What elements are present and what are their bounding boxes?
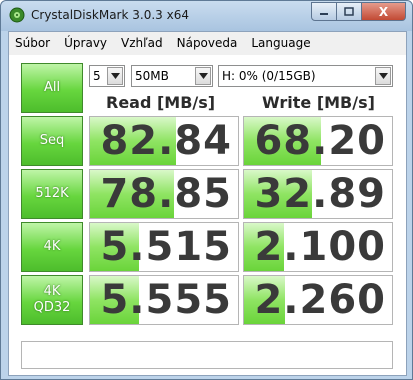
menu-help[interactable]: Nápoveda [170, 36, 245, 50]
512k-test-label: 512K [35, 186, 69, 201]
seq-test-button[interactable]: Seq [21, 116, 83, 166]
4k-qd32-write-result: 2.260 [243, 275, 393, 325]
benchmark-panel: All 5 50MB H: 0% (0/15GB) Read [MB/s] Wr… [9, 55, 406, 375]
512k-write-value: 32.89 [254, 171, 386, 217]
test-size-value: 50MB [135, 69, 169, 83]
4k-write-result: 2.100 [243, 222, 393, 272]
menu-language[interactable]: Language [244, 36, 317, 50]
maximize-icon [344, 6, 354, 16]
maximize-button[interactable] [336, 2, 362, 21]
menu-bar: Súbor Úpravy Vzhľad Nápoveda Language [9, 32, 406, 54]
write-header: Write [MB/s] [262, 93, 375, 112]
drive-select[interactable]: H: 0% (0/15GB) [218, 65, 393, 87]
menu-file[interactable]: Súbor [9, 36, 57, 50]
window-title: CrystalDiskMark 3.0.3 x64 [31, 8, 189, 22]
client-area: Súbor Úpravy Vzhľad Nápoveda Language Al… [8, 31, 407, 376]
seq-read-value: 82.84 [100, 118, 232, 164]
chevron-down-icon [195, 67, 211, 85]
minimize-button[interactable] [311, 2, 337, 21]
4k-read-result: 5.515 [89, 222, 239, 272]
512k-write-result: 32.89 [243, 169, 393, 219]
close-button[interactable]: X [361, 2, 406, 21]
row-label-line1: Seq [39, 133, 65, 148]
512k-read-result: 78.85 [89, 169, 239, 219]
all-button-label: All [43, 80, 61, 95]
chevron-down-icon [107, 67, 123, 85]
4k-write-value: 2.100 [254, 224, 386, 270]
4k-qd32-write-value: 2.260 [254, 277, 386, 323]
seq-test-label: Seq [40, 133, 65, 149]
menu-edit[interactable]: Úpravy [57, 36, 114, 50]
512k-test-button[interactable]: 512K [21, 169, 83, 219]
4k-qd32-test-button[interactable]: 4K QD32 [21, 275, 83, 325]
comment-field[interactable] [21, 341, 393, 369]
run-count-value: 5 [93, 69, 101, 83]
app-disk-icon [9, 7, 25, 23]
chevron-down-icon [375, 67, 391, 85]
title-bar[interactable]: CrystalDiskMark 3.0.3 x64 X [1, 1, 412, 31]
4k-qd32-label-line1: 4K [43, 284, 61, 299]
seq-read-result: 82.84 [89, 116, 239, 166]
app-window: CrystalDiskMark 3.0.3 x64 X Súbor Úpravy… [0, 0, 413, 380]
read-header: Read [MB/s] [106, 93, 216, 112]
minimize-icon [320, 12, 328, 15]
seq-write-value: 68.20 [254, 118, 386, 164]
4k-qd32-label-line2: QD32 [33, 300, 71, 315]
seq-write-result: 68.20 [243, 116, 393, 166]
4k-test-label: 4K [43, 239, 61, 254]
drive-value: H: 0% (0/15GB) [222, 69, 316, 83]
4k-qd32-read-value: 5.555 [100, 277, 232, 323]
test-size-select[interactable]: 50MB [131, 65, 213, 87]
4k-test-button[interactable]: 4K [21, 222, 83, 272]
4k-qd32-read-result: 5.555 [89, 275, 239, 325]
4k-read-value: 5.515 [100, 224, 232, 270]
close-icon: X [378, 4, 389, 19]
all-button[interactable]: All [21, 63, 83, 113]
menu-view[interactable]: Vzhľad [114, 36, 170, 50]
run-count-select[interactable]: 5 [89, 65, 125, 87]
512k-read-value: 78.85 [100, 171, 232, 217]
